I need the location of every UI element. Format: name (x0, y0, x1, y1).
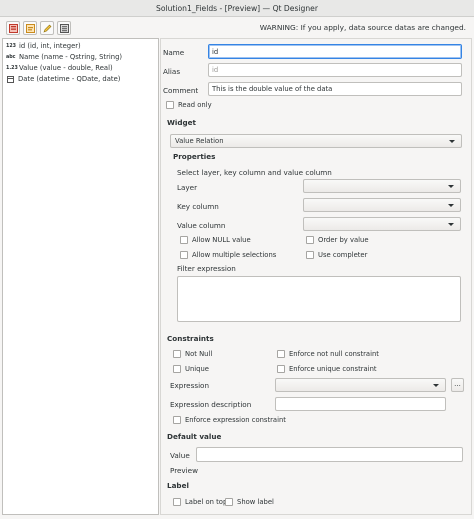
checkbox-label: Read only (178, 101, 212, 109)
default-value-section-title: Default value (167, 432, 222, 441)
order-by-value-checkbox[interactable]: Order by value (306, 236, 369, 244)
checkbox-box (277, 350, 285, 358)
checkbox-label: Label on top (185, 498, 228, 506)
checkbox-label: Use completer (318, 251, 368, 259)
enforce-unique-checkbox[interactable]: Enforce unique constraint (277, 365, 377, 373)
checkbox-box (277, 365, 285, 373)
new-icon (25, 23, 35, 33)
checkbox-label: Allow multiple selections (192, 251, 277, 259)
name-input[interactable]: id (208, 44, 462, 59)
checkbox-label: Not Null (185, 350, 213, 358)
field-item-label: Name (name - Qstring, String) (19, 53, 123, 61)
not-null-checkbox[interactable]: Not Null (173, 350, 212, 358)
chevron-down-icon (433, 383, 439, 387)
key-column-label: Key column (177, 202, 219, 211)
enforce-not-null-checkbox[interactable]: Enforce not null constraint (277, 350, 379, 358)
window-title-bar: Solution1_Fields - [Preview] — Qt Design… (0, 0, 474, 17)
field-item-date[interactable]: Date (datetime - QDate, date) (6, 74, 120, 85)
key-column-combo[interactable] (303, 198, 461, 212)
properties-title: Properties (173, 152, 216, 161)
checkbox-box (173, 365, 181, 373)
checkbox-label: Order by value (318, 236, 369, 244)
checkbox-box (173, 498, 181, 506)
label-section-title: Label (167, 481, 189, 490)
checkbox-label: Enforce expression constraint (185, 416, 286, 424)
form-icon (8, 23, 18, 33)
checkbox-box (306, 236, 314, 244)
widget-type-value: Value Relation (175, 137, 224, 145)
expression-label: Expression (170, 381, 210, 390)
widget-section-title: Widget (167, 118, 196, 127)
preview-label: Preview (170, 466, 198, 475)
checkbox-box (173, 416, 181, 424)
read-only-checkbox[interactable]: Read only (166, 101, 212, 109)
field-item-id[interactable]: 123 id (id, int, integer) (6, 41, 81, 52)
default-value-label: Value (170, 451, 190, 460)
alias-label: Alias (163, 67, 181, 76)
field-item-name[interactable]: abc Name (name - Qstring, String) (6, 52, 122, 63)
field-item-label: Date (datetime - QDate, date) (18, 75, 121, 83)
label-on-top-checkbox[interactable]: Label on top (173, 498, 227, 506)
allow-multiple-checkbox[interactable]: Allow multiple selections (180, 251, 276, 259)
select-instruction: Select layer, key column and value colum… (177, 168, 332, 177)
use-completer-checkbox[interactable]: Use completer (306, 251, 367, 259)
checkbox-box (166, 101, 174, 109)
value-column-combo[interactable] (303, 217, 461, 231)
checkbox-label: Enforce not null constraint (289, 350, 379, 358)
string-type-icon: abc (6, 55, 16, 60)
expression-builder-button[interactable]: ... (451, 378, 464, 392)
expression-description-label: Expression description (170, 400, 252, 409)
new-button[interactable] (23, 21, 37, 35)
comment-input[interactable]: This is the double value of the data (208, 82, 462, 96)
field-list[interactable]: 123 id (id, int, integer) abc Name (name… (2, 38, 159, 515)
comment-label: Comment (163, 86, 199, 95)
checkbox-label: Show label (237, 498, 274, 506)
form-button[interactable] (6, 21, 20, 35)
field-layout-icon (59, 23, 69, 33)
checkbox-box (173, 350, 181, 358)
chevron-down-icon (449, 139, 455, 143)
layer-label: Layer (177, 183, 198, 192)
expression-description-input[interactable] (275, 397, 446, 411)
field-item-value[interactable]: 1.23 Value (value - double, Real) (6, 63, 113, 74)
checkbox-box (180, 251, 188, 259)
checkbox-label: Unique (185, 365, 209, 373)
filter-expression-label: Filter expression (177, 264, 236, 273)
allow-null-checkbox[interactable]: Allow NULL value (180, 236, 251, 244)
expression-combo[interactable] (275, 378, 446, 392)
layer-combo[interactable] (303, 179, 461, 193)
edit-button[interactable] (40, 21, 54, 35)
name-label: Name (163, 48, 185, 57)
value-column-label: Value column (177, 221, 226, 230)
chevron-down-icon (448, 203, 454, 207)
default-value-input[interactable] (196, 447, 463, 462)
checkbox-box (306, 251, 314, 259)
checkbox-box (225, 498, 233, 506)
enforce-expression-checkbox[interactable]: Enforce expression constraint (173, 416, 286, 424)
unique-checkbox[interactable]: Unique (173, 365, 209, 373)
alias-input[interactable]: id (208, 63, 462, 77)
filter-expression-textarea[interactable] (177, 276, 461, 322)
edit-pencil-icon (42, 24, 51, 33)
show-label-checkbox[interactable]: Show label (225, 498, 274, 506)
field-item-label: id (id, int, integer) (19, 42, 81, 50)
integer-type-icon: 123 (6, 44, 17, 49)
real-type-icon: 1.23 (6, 66, 18, 71)
constraints-section-title: Constraints (167, 334, 214, 343)
field-layout-button[interactable] (57, 21, 71, 35)
chevron-down-icon (448, 222, 454, 226)
window-title: Solution1_Fields - [Preview] — Qt Design… (156, 4, 318, 13)
widget-type-combo[interactable]: Value Relation (170, 134, 462, 148)
warning-message: WARNING: If you apply, data source datas… (259, 23, 466, 32)
checkbox-label: Allow NULL value (192, 236, 251, 244)
chevron-down-icon (448, 184, 454, 188)
field-item-label: Value (value - double, Real) (19, 64, 113, 72)
checkbox-box (180, 236, 188, 244)
date-type-icon (7, 76, 14, 83)
checkbox-label: Enforce unique constraint (289, 365, 377, 373)
